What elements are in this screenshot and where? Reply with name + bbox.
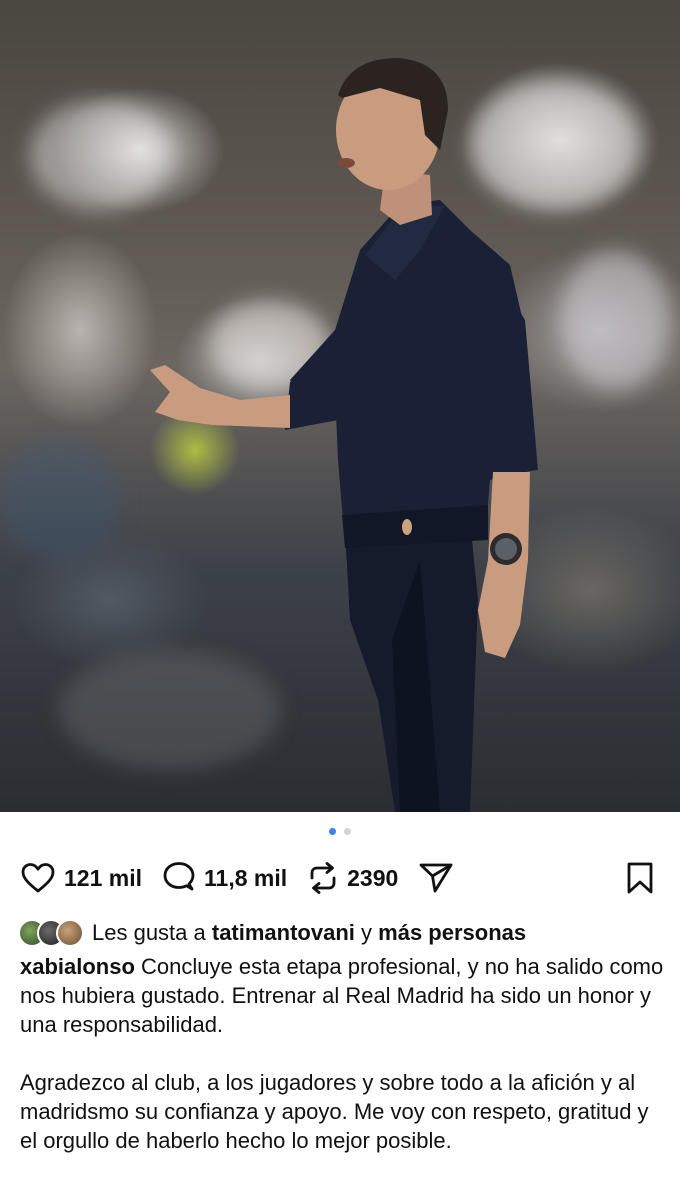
coach-figure [150, 58, 538, 812]
heart-icon [21, 863, 55, 893]
caption-paragraph: xabialonso Concluye esta etapa profesion… [20, 952, 664, 1039]
like-button[interactable]: 121 mil [20, 862, 142, 894]
avatar [56, 919, 84, 947]
comment-count: 11,8 mil [204, 864, 288, 891]
post-caption: xabialonso Concluye esta etapa profesion… [20, 952, 664, 1155]
action-bar: 121 mil 11,8 mil 2390 [20, 856, 660, 900]
liked-by-line[interactable]: Les gusta a tatimantovani y más personas [18, 918, 670, 948]
repost-button[interactable]: 2390 [307, 861, 398, 895]
likes-connector: y [354, 920, 379, 945]
caption-username[interactable]: xabialonso [20, 954, 135, 979]
liker-username[interactable]: tatimantovani [212, 920, 355, 946]
bookmark-icon [627, 862, 653, 894]
carousel-dot-active [328, 828, 336, 835]
post-image[interactable] [0, 0, 680, 812]
like-count: 121 mil [64, 864, 142, 891]
send-icon [419, 863, 453, 893]
comment-button[interactable]: 11,8 mil [162, 861, 287, 895]
likes-others-link[interactable]: más personas [378, 920, 526, 946]
comment-bubble-icon [163, 862, 195, 891]
liker-avatars [18, 919, 84, 947]
caption-paragraph: Agradezco al club, a los jugadores y sob… [20, 1070, 649, 1153]
likes-prefix: Les gusta a [92, 920, 212, 945]
share-button[interactable] [418, 861, 454, 895]
repost-icon [310, 862, 336, 894]
carousel-indicator [0, 828, 680, 838]
repost-count: 2390 [347, 864, 399, 891]
save-button[interactable] [626, 861, 654, 895]
carousel-dot[interactable] [344, 828, 352, 835]
